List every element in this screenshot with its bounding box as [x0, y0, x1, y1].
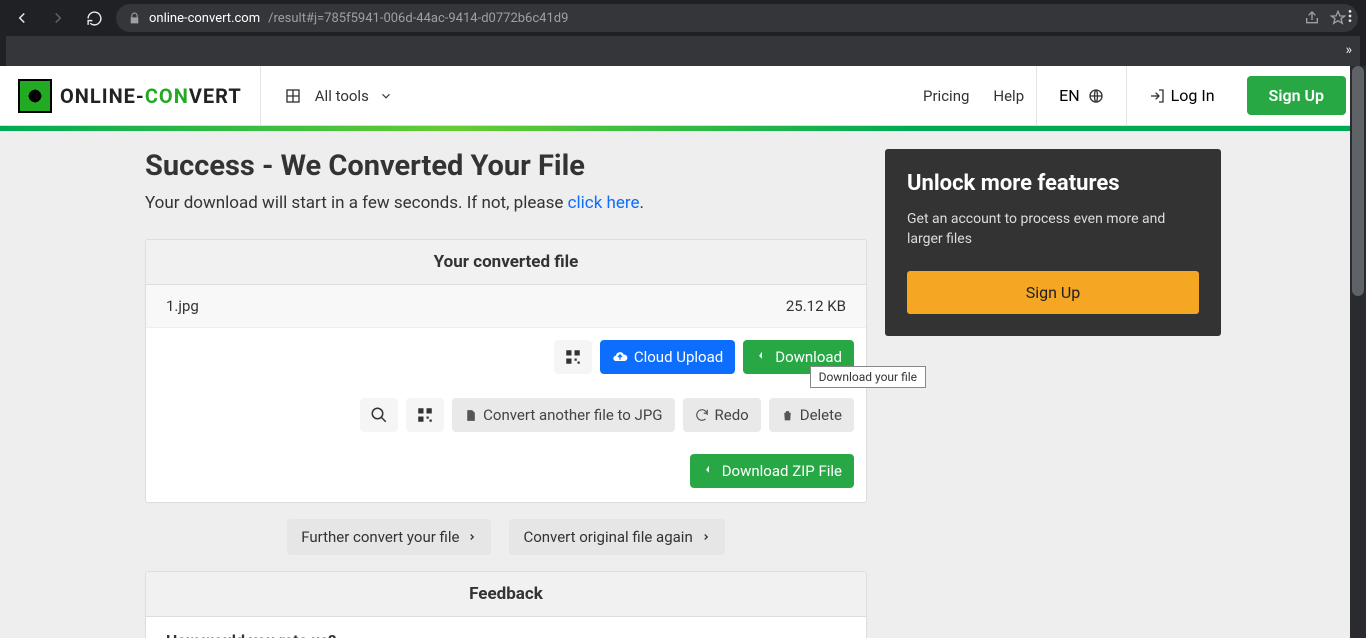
- download-icon: [702, 464, 716, 478]
- trash-icon: [781, 409, 794, 422]
- lock-icon: [128, 12, 141, 25]
- download-tooltip: Download your file: [810, 366, 926, 388]
- redo-button[interactable]: Redo: [683, 398, 761, 432]
- unlock-text: Get an account to process even more and …: [907, 210, 1199, 249]
- file-row: 1.jpg 25.12 KB: [146, 285, 866, 328]
- logo-part: CON: [145, 84, 189, 108]
- logo[interactable]: ONLINE-CONVERT: [0, 79, 260, 113]
- page-title: Success - We Converted Your File: [145, 149, 867, 183]
- search-icon: [370, 406, 388, 424]
- language-selector[interactable]: EN: [1036, 66, 1127, 126]
- redo-icon: [695, 408, 709, 422]
- file-icon: [464, 409, 477, 422]
- browser-menu-button[interactable]: [1342, 8, 1358, 24]
- download-icon: [755, 350, 769, 364]
- convert-another-label: Convert another file to JPG: [483, 406, 662, 424]
- feedback-question: How would you rate us?: [146, 617, 866, 638]
- qrcode-icon: [564, 348, 582, 366]
- pricing-link[interactable]: Pricing: [923, 87, 969, 105]
- language-label: EN: [1059, 86, 1080, 105]
- logo-icon: [18, 79, 52, 113]
- feedback-title: Feedback: [146, 572, 866, 617]
- feedback-card: Feedback How would you rate us? Great Go…: [145, 571, 867, 638]
- help-link[interactable]: Help: [993, 87, 1024, 105]
- signup-button[interactable]: Sign Up: [1247, 76, 1346, 115]
- chip-label: Further convert your file: [301, 528, 459, 546]
- download-zip-button[interactable]: Download ZIP File: [690, 454, 854, 488]
- all-tools-label: All tools: [315, 87, 369, 105]
- redo-label: Redo: [715, 406, 749, 424]
- unlock-title: Unlock more features: [907, 171, 1199, 196]
- url-path: /result#j=785f5941-006d-44ac-9414-d0772b…: [268, 11, 568, 26]
- page-subtitle: Your download will start in a few second…: [145, 193, 867, 213]
- cloud-upload-label: Cloud Upload: [634, 348, 723, 366]
- reload-button[interactable]: [80, 4, 108, 32]
- download-zip-label: Download ZIP File: [722, 462, 842, 480]
- logo-part: VERT: [189, 84, 242, 108]
- file-name: 1.jpg: [166, 297, 199, 315]
- scrollbar-thumb[interactable]: [1352, 66, 1364, 296]
- chevron-right-icon: [701, 532, 711, 542]
- logo-part: ONLINE-: [60, 84, 145, 108]
- search-button[interactable]: [360, 398, 398, 432]
- converted-card-title: Your converted file: [146, 240, 866, 285]
- bookmarks-bar: »: [6, 36, 1360, 66]
- globe-icon: [1088, 88, 1104, 104]
- further-convert-chip[interactable]: Further convert your file: [287, 519, 491, 555]
- click-here-link[interactable]: click here: [568, 193, 640, 213]
- download-label: Download: [775, 348, 842, 366]
- site-header: ONLINE-CONVERT All tools Pricing Help EN…: [0, 66, 1366, 126]
- qr-button-2[interactable]: [406, 398, 444, 432]
- cloud-upload-button[interactable]: Cloud Upload: [600, 340, 735, 374]
- qr-button[interactable]: [554, 340, 592, 374]
- unlock-signup-button[interactable]: Sign Up: [907, 271, 1199, 314]
- share-icon[interactable]: [1304, 10, 1320, 26]
- cloud-upload-icon: [612, 349, 628, 365]
- unlock-panel: Unlock more features Get an account to p…: [885, 149, 1221, 336]
- zip-row: Download ZIP File: [146, 444, 866, 502]
- browser-toolbar: online-convert.com/result#j=785f5941-006…: [0, 0, 1366, 36]
- url-domain: online-convert.com: [149, 11, 260, 26]
- file-actions-row: Cloud Upload Download Download your file: [146, 328, 866, 386]
- chevron-right-icon: [467, 532, 477, 542]
- converted-file-card: Your converted file 1.jpg 25.12 KB Cloud…: [145, 239, 867, 503]
- further-chips: Further convert your file Convert origin…: [145, 519, 867, 555]
- chevron-down-icon: [379, 89, 393, 103]
- file-size: 25.12 KB: [786, 297, 846, 315]
- page-content: ONLINE-CONVERT All tools Pricing Help EN…: [0, 66, 1366, 638]
- address-bar[interactable]: online-convert.com/result#j=785f5941-006…: [116, 4, 1358, 32]
- secondary-actions-row: Convert another file to JPG Redo Delete: [146, 386, 866, 444]
- convert-again-chip[interactable]: Convert original file again: [509, 519, 724, 555]
- qrcode-icon: [416, 406, 434, 424]
- convert-another-button[interactable]: Convert another file to JPG: [452, 398, 674, 432]
- forward-button[interactable]: [44, 4, 72, 32]
- logo-text: ONLINE-CONVERT: [60, 84, 242, 108]
- delete-label: Delete: [800, 406, 842, 424]
- all-tools-menu[interactable]: All tools: [260, 66, 421, 126]
- delete-button[interactable]: Delete: [769, 398, 854, 432]
- chip-label: Convert original file again: [523, 528, 692, 546]
- subtitle-text: Your download will start in a few second…: [145, 193, 568, 213]
- login-link[interactable]: Log In: [1127, 86, 1237, 105]
- back-button[interactable]: [8, 4, 36, 32]
- grid-icon: [285, 88, 301, 104]
- subtitle-text: .: [640, 193, 644, 213]
- login-label: Log In: [1171, 86, 1215, 105]
- login-icon: [1149, 88, 1165, 104]
- overflow-icon[interactable]: »: [1345, 42, 1352, 58]
